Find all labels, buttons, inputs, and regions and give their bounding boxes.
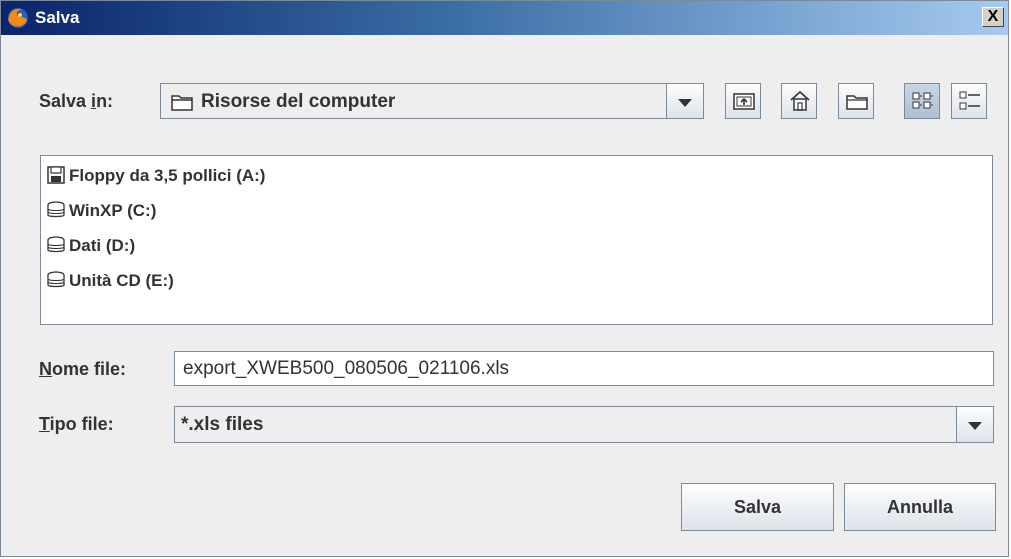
details-view-icon [959,91,980,110]
folder-icon [171,95,193,111]
title-bar[interactable]: Salva X [1,1,1008,35]
hard-drive-icon [47,236,65,253]
save-in-value: Risorse del computer [201,91,396,112]
save-in-combo[interactable]: Risorse del computer [160,83,704,119]
file-list[interactable]: Floppy da 3,5 pollici (A:) WinXP (C:) Da… [40,155,993,325]
details-view-button[interactable] [951,83,987,119]
new-folder-icon [846,95,868,110]
filename-field[interactable] [174,351,994,386]
list-item-label: Dati (D:) [69,236,136,255]
home-icon [790,90,810,111]
filetype-select[interactable]: *.xls files [174,406,994,443]
chevron-down-icon[interactable] [666,84,703,118]
folder-up-icon [733,93,755,110]
list-view-icon [912,92,933,109]
home-button[interactable] [781,83,817,119]
filetype-label: Tipo file: [39,414,114,434]
list-item-label: Floppy da 3,5 pollici (A:) [69,166,266,185]
firefox-icon [8,8,28,28]
chevron-down-icon[interactable] [956,407,993,442]
save-button[interactable]: Salva [681,483,834,531]
up-one-level-button[interactable] [725,83,761,119]
close-button[interactable]: X [982,7,1004,27]
save-in-label: Salva in: [39,91,114,111]
floppy-icon [47,166,65,184]
save-dialog: Salva X Salva in: Risorse del computer F… [0,0,1009,557]
hard-drive-icon [47,271,65,288]
list-item-label: Unità CD (E:) [69,271,174,290]
filetype-value: *.xls files [181,414,264,435]
window-title: Salva [35,8,80,27]
list-item-label: WinXP (C:) [69,201,157,220]
hard-drive-icon [47,201,65,218]
list-view-button[interactable] [904,83,940,119]
cancel-button[interactable]: Annulla [844,483,996,531]
new-folder-button[interactable] [838,83,874,119]
filename-label: Nome file: [39,359,127,379]
